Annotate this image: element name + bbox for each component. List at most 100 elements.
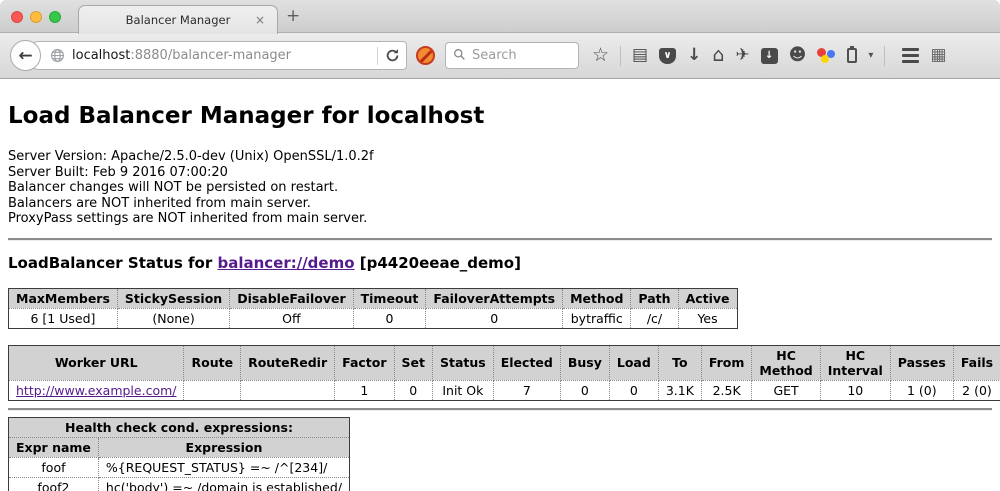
divider <box>8 238 992 240</box>
cell-hc-method: GET <box>752 380 820 400</box>
balancer-settings-table: MaxMembers StickySession DisableFailover… <box>8 288 738 329</box>
pages-grid-icon[interactable]: ▦ <box>930 47 946 64</box>
server-info: Server Version: Apache/2.5.0-dev (Unix) … <box>8 149 992 227</box>
search-icon <box>453 46 466 65</box>
cell-hc-interval: 10 <box>820 380 890 400</box>
url-bar[interactable]: localhost:8880/balancer-manager <box>25 41 407 70</box>
tab-bar: Balancer Manager × + <box>0 0 1000 33</box>
url-text[interactable]: localhost:8880/balancer-manager <box>72 48 370 63</box>
reload-icon[interactable] <box>385 48 400 63</box>
url-domain: localhost <box>72 48 130 63</box>
cell-from: 2.5K <box>701 380 752 400</box>
back-button[interactable]: ← <box>10 40 41 71</box>
column-header: HC Method <box>752 345 820 380</box>
cell-disablefailover: Off <box>230 308 353 328</box>
cell-maxmembers: 6 [1 Used] <box>9 308 118 328</box>
table-header-row: MaxMembers StickySession DisableFailover… <box>9 288 738 308</box>
note-line: ProxyPass settings are NOT inherited fro… <box>8 211 992 227</box>
column-header: Active <box>678 288 737 308</box>
cell-busy: 0 <box>560 380 609 400</box>
cell-passes: 1 (0) <box>890 380 953 400</box>
column-header: To <box>658 345 701 380</box>
cell-expression: %{REQUEST_STATUS} =~ /^[234]/ <box>98 457 349 477</box>
column-header: StickySession <box>117 288 229 308</box>
column-header: Timeout <box>353 288 426 308</box>
table-header-row: Worker URL Route RouteRedir Factor Set S… <box>9 345 1000 380</box>
table-header-row: Expr name Expression <box>9 437 350 457</box>
column-header: RouteRedir <box>241 345 335 380</box>
cell-method: bytraffic <box>563 308 631 328</box>
column-header: Factor <box>335 345 394 380</box>
cell-status: Init Ok <box>433 380 494 400</box>
smiley-icon[interactable]: ☻ <box>789 47 807 64</box>
server-built-line: Server Built: Feb 9 2016 07:00:20 <box>8 165 992 181</box>
tab-title: Balancer Manager <box>126 13 231 27</box>
column-header: Expr name <box>9 437 99 457</box>
note-line: Balancer changes will NOT be persisted o… <box>8 180 992 196</box>
divider <box>8 408 992 410</box>
search-input[interactable] <box>472 48 571 63</box>
cell-fails: 2 (0) <box>953 380 1000 400</box>
table-title-row: Health check cond. expressions: <box>9 417 350 437</box>
battery-icon[interactable] <box>847 48 857 63</box>
close-window-button[interactable] <box>11 11 23 23</box>
cell-worker-url: http://www.example.com/ <box>9 380 184 400</box>
cell-path: /c/ <box>631 308 678 328</box>
toolbar-divider <box>884 46 885 66</box>
extension-dots-icon[interactable] <box>817 47 836 64</box>
page-content: Load Balancer Manager for localhost Serv… <box>0 79 1000 491</box>
cell-stickysession: (None) <box>117 308 229 328</box>
page-title: Load Balancer Manager for localhost <box>8 103 992 129</box>
minimize-window-button[interactable] <box>30 11 42 23</box>
worker-row: http://www.example.com/ 1 0 Init Ok 7 0 … <box>9 380 1000 400</box>
downloads-icon[interactable]: ↓ <box>687 47 701 64</box>
browser-window: Balancer Manager × + ← localhost:8880/ba… <box>0 0 1000 491</box>
tab-close-icon[interactable]: × <box>255 13 265 27</box>
cell-active: Yes <box>678 308 737 328</box>
balancer-status-heading: LoadBalancer Status for balancer://demo … <box>8 254 992 272</box>
column-header: Fails <box>953 345 1000 380</box>
column-header: DisableFailover <box>230 288 353 308</box>
browser-tab[interactable]: Balancer Manager × <box>78 5 278 34</box>
cell-factor: 1 <box>335 380 394 400</box>
send-icon[interactable]: ✈ <box>735 47 749 64</box>
cell-set: 0 <box>394 380 432 400</box>
column-header: Elected <box>493 345 560 380</box>
toolbar-divider <box>620 46 621 66</box>
search-box[interactable] <box>445 42 579 69</box>
window-controls <box>11 11 61 23</box>
column-header: Worker URL <box>9 345 184 380</box>
column-header: Set <box>394 345 432 380</box>
table-row: foof2 hc('body') =~ /domain is establish… <box>9 477 350 491</box>
menu-icon[interactable] <box>902 48 919 63</box>
column-header: Busy <box>560 345 609 380</box>
column-header: HC Interval <box>820 345 890 380</box>
zoom-window-button[interactable] <box>49 11 61 23</box>
heading-suffix: [p4420eeae_demo] <box>355 254 521 272</box>
column-header: Passes <box>890 345 953 380</box>
toolbar-icons: ☆ ▤ ∨ ↓ ⌂ ✈ ↓ ☻ ▾ ▦ <box>592 46 947 66</box>
home-icon[interactable]: ⌂ <box>712 46 724 65</box>
column-header: Expression <box>98 437 349 457</box>
pocket-icon[interactable]: ∨ <box>659 48 676 64</box>
column-header: MaxMembers <box>9 288 118 308</box>
chevron-down-icon[interactable]: ▾ <box>868 50 873 61</box>
cell-load: 0 <box>609 380 658 400</box>
navigation-toolbar: ← localhost:8880/balancer-manager ☆ ▤ ∨ … <box>0 33 1000 79</box>
health-check-table: Health check cond. expressions: Expr nam… <box>8 417 350 491</box>
content-blocker-icon[interactable] <box>416 46 435 65</box>
new-tab-button[interactable]: + <box>286 6 300 26</box>
column-header: Load <box>609 345 658 380</box>
cell-failoverattempts: 0 <box>426 308 563 328</box>
worker-url-link[interactable]: http://www.example.com/ <box>16 383 176 398</box>
column-header: Method <box>563 288 631 308</box>
balancer-demo-link[interactable]: balancer://demo <box>217 254 354 272</box>
column-header: Status <box>433 345 494 380</box>
column-header: Route <box>184 345 241 380</box>
cell-expr-name: foof <box>9 457 99 477</box>
clipboard-icon[interactable]: ▤ <box>632 47 648 64</box>
cell-to: 3.1K <box>658 380 701 400</box>
bookmark-star-icon[interactable]: ☆ <box>592 46 609 65</box>
cell-routeredir <box>241 380 335 400</box>
download-badge-icon[interactable]: ↓ <box>761 48 778 64</box>
